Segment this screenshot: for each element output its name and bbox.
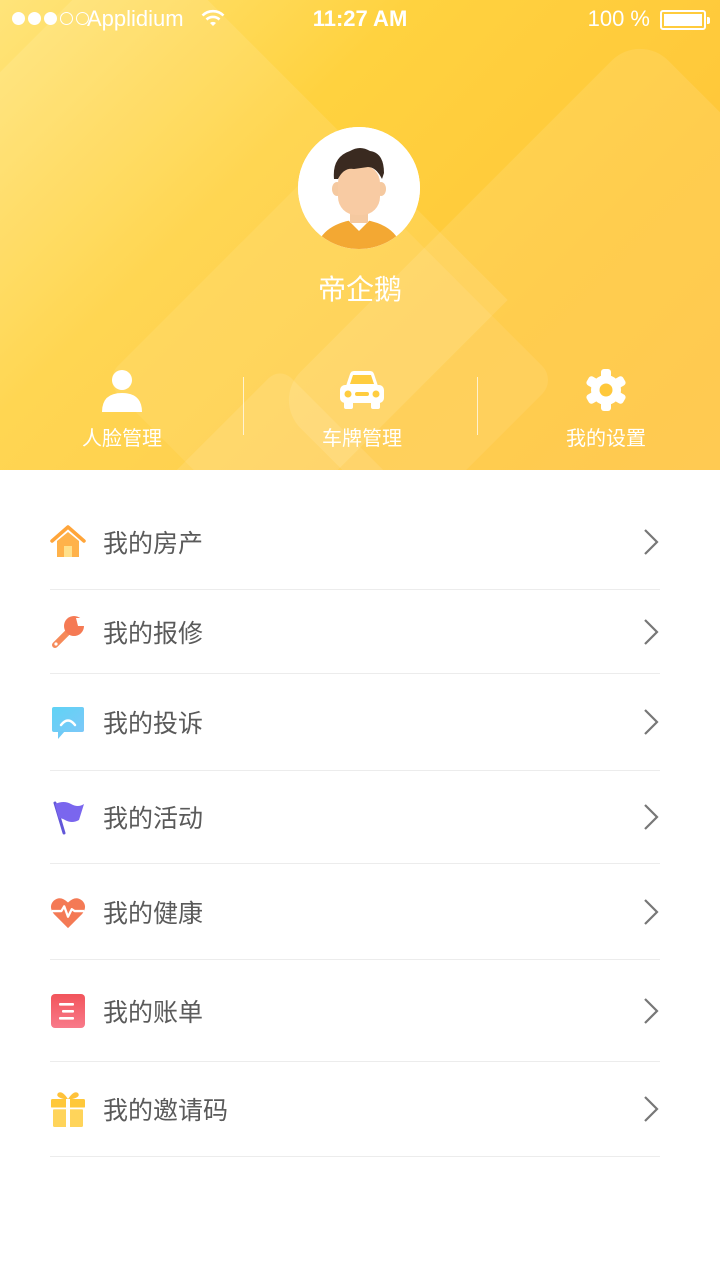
chevron-right-icon	[642, 898, 660, 926]
menu-item-my-invite-code[interactable]: 我的邀请码	[50, 1062, 660, 1157]
gear-icon	[486, 368, 720, 412]
heart-pulse-icon	[50, 894, 86, 930]
chevron-right-icon	[642, 803, 660, 831]
menu-item-my-repairs[interactable]: 我的报修	[50, 590, 660, 674]
license-plate-button[interactable]: 车牌管理	[242, 368, 482, 458]
menu-item-my-property[interactable]: 我的房产	[50, 495, 660, 590]
my-settings-button[interactable]: 我的设置	[486, 368, 720, 458]
chevron-right-icon	[642, 708, 660, 736]
menu-item-label: 我的活动	[103, 804, 204, 833]
person-icon	[2, 368, 242, 412]
license-plate-label: 车牌管理	[322, 426, 402, 450]
menu-item-label: 我的投诉	[103, 709, 204, 738]
wrench-icon	[50, 614, 86, 650]
menu-item-my-complaints[interactable]: 我的投诉	[50, 674, 660, 771]
face-management-button[interactable]: 人脸管理	[2, 368, 242, 458]
chat-bubble-icon	[50, 704, 86, 740]
my-settings-label: 我的设置	[566, 426, 646, 450]
chevron-right-icon	[642, 1095, 660, 1123]
menu-item-my-bills[interactable]: 我的账单	[50, 960, 660, 1062]
battery-icon	[660, 10, 710, 30]
menu-item-my-activities[interactable]: 我的活动	[50, 771, 660, 864]
avatar[interactable]	[298, 127, 420, 249]
menu-list: 我的房产 我的报修 我的投诉 我的活动 我的健康 我的账单 我的邀请码	[50, 495, 660, 1157]
status-bar: Applidium 11:27 AM 100 %	[0, 0, 720, 40]
battery-percentage: 100 %	[587, 6, 650, 31]
chevron-right-icon	[642, 618, 660, 646]
house-icon	[50, 524, 86, 560]
menu-item-label: 我的报修	[103, 618, 204, 648]
menu-item-my-health[interactable]: 我的健康	[50, 864, 660, 960]
chevron-right-icon	[642, 997, 660, 1025]
username: 帝企鹅	[317, 273, 402, 306]
menu-item-label: 我的健康	[103, 898, 204, 928]
menu-item-label: 我的房产	[103, 529, 204, 558]
divider	[477, 377, 478, 435]
menu-item-label: 我的账单	[103, 997, 204, 1027]
bill-icon	[50, 993, 86, 1029]
flag-icon	[50, 799, 86, 835]
car-icon	[242, 368, 482, 412]
chevron-right-icon	[642, 528, 660, 556]
face-management-label: 人脸管理	[82, 426, 162, 450]
gift-icon	[50, 1091, 86, 1127]
profile-header: Applidium 11:27 AM 100 % 帝企鹅 人脸管理 车牌管理 我…	[0, 0, 720, 470]
menu-item-label: 我的邀请码	[103, 1096, 229, 1125]
